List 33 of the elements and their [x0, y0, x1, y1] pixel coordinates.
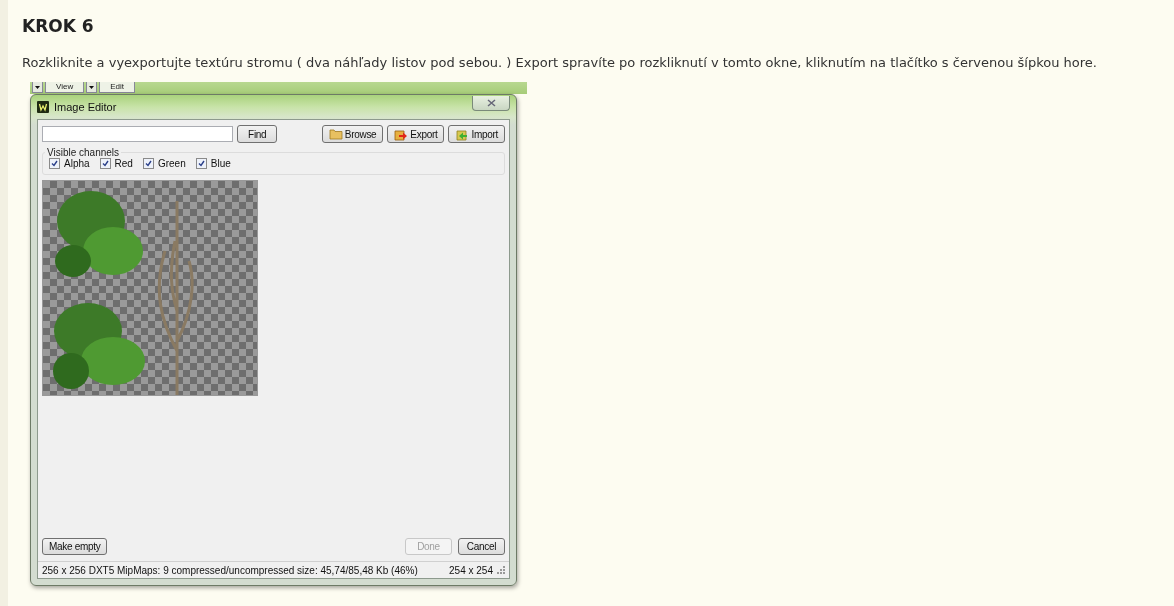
search-field[interactable] — [42, 126, 234, 142]
step-heading: KROK 6 — [22, 16, 95, 36]
dropdown-button[interactable] — [32, 82, 43, 93]
app-logo-icon — [37, 101, 49, 113]
dimensions-text: 254 x 254 — [449, 564, 493, 576]
checkbox-label: Red — [114, 158, 133, 169]
close-icon — [486, 98, 496, 107]
box-arrow-icon — [394, 127, 409, 141]
resize-grip-icon — [497, 566, 505, 574]
toolbar-tab[interactable]: View — [45, 82, 85, 93]
window-title: Image Editor — [54, 101, 117, 113]
checkbox[interactable] — [49, 158, 60, 169]
checkbox[interactable] — [142, 158, 154, 169]
checkbox-label: Alpha — [64, 158, 90, 169]
find-button[interactable]: Find — [237, 125, 278, 143]
instruction-text: Rozkliknite a vyexportujte textúru stromu ( dva náhľady listov pod sebou. ) Export spravíte po rozkliknutí v tomto okne, kliknutím na tlačítko s červenou šípkou hore. — [22, 55, 1097, 70]
browse-button[interactable]: Browse — [321, 125, 384, 143]
folder-icon — [328, 128, 343, 140]
import-button[interactable]: Import — [448, 125, 505, 143]
checkbox-label: Green — [157, 158, 186, 169]
caret-icon — [35, 85, 40, 89]
caret-icon — [89, 85, 95, 89]
status-text: 256 x 256 DXT5 MipMaps: 9 compressed/uncompressed size: 45,74/85,48 Kb (46%) — [42, 564, 418, 576]
export-button[interactable]: Export — [387, 125, 445, 143]
toolbar-tab[interactable]: Edit — [99, 82, 135, 93]
group-label: Visible channels — [46, 147, 121, 158]
checkbox-label: Blue — [210, 158, 231, 169]
checkbox[interactable] — [195, 158, 207, 169]
cancel-button[interactable]: Cancel — [458, 538, 505, 555]
checkbox[interactable] — [99, 158, 111, 169]
dropdown-button[interactable] — [86, 82, 98, 93]
close-button[interactable] — [472, 95, 510, 111]
make-empty-button[interactable]: Make empty — [42, 538, 108, 555]
